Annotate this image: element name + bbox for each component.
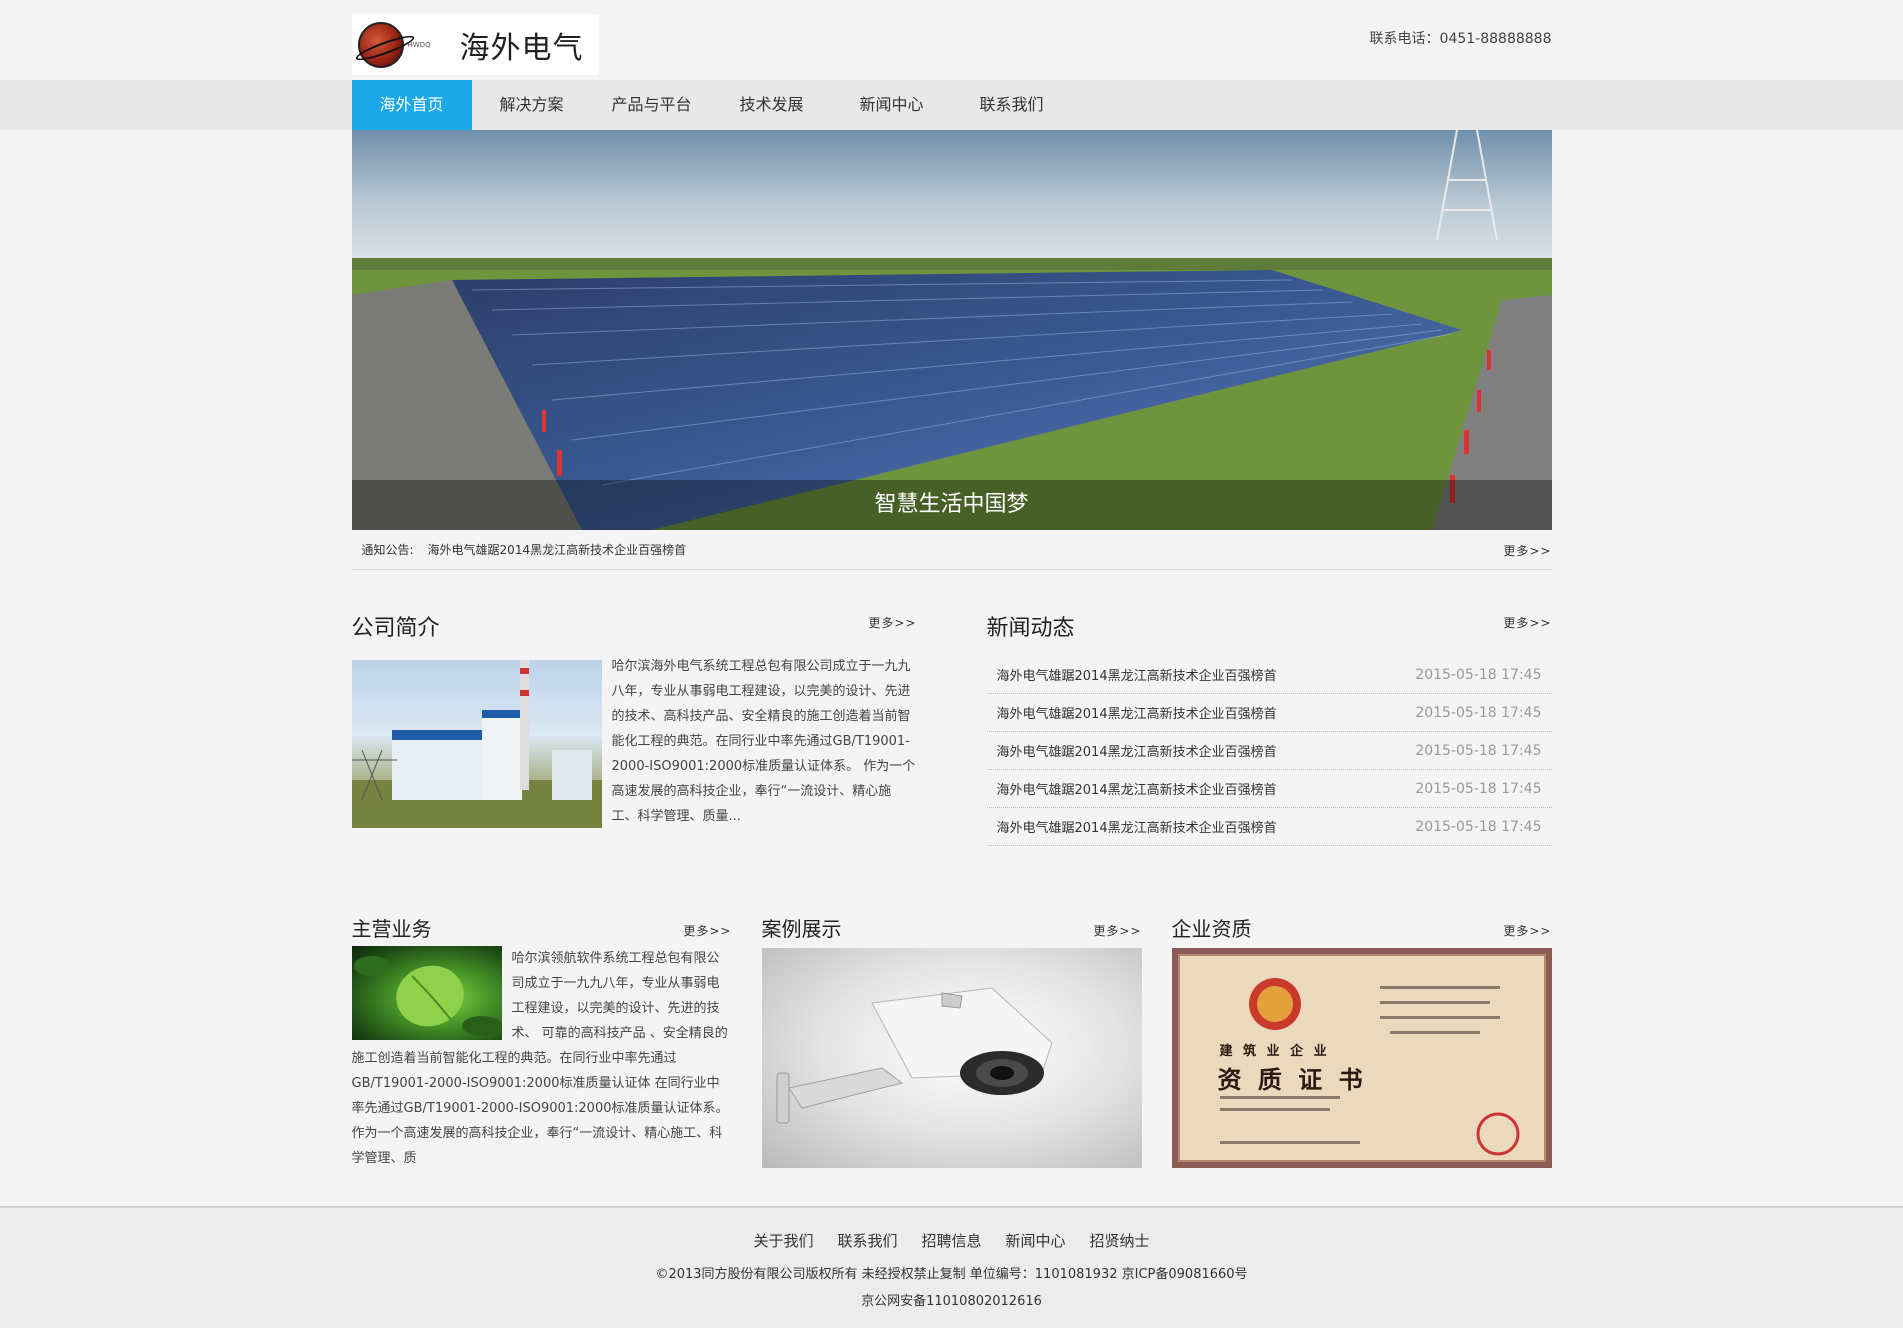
cert-heading-large: 资 质 证 书 — [1217, 1066, 1367, 1094]
news-item[interactable]: 海外电气雄踞2014黑龙江高新技术企业百强榜首 2015-05-18 17:45 — [986, 808, 1552, 846]
nav-item-news[interactable]: 新闻中心 — [832, 80, 952, 130]
about-text: 哈尔滨海外电气系统工程总包有限公司成立于一九九八年，专业从事弱电工程建设，以完美… — [611, 659, 916, 824]
cases-section: 案例展示 更多>> — [761, 916, 1142, 1171]
news-item-title: 海外电气雄踞2014黑龙江高新技术企业百强榜首 — [996, 783, 1277, 798]
about-body: 哈尔滨海外电气系统工程总包有限公司成立于一九九八年，专业从事弱电工程建设，以完美… — [351, 659, 917, 829]
news-item-title: 海外电气雄踞2014黑龙江高新技术企业百强榜首 — [996, 745, 1277, 760]
globe-logo-icon — [357, 21, 404, 68]
news-item[interactable]: 海外电气雄踞2014黑龙江高新技术企业百强榜首 2015-05-18 17:45 — [986, 656, 1552, 694]
footer-link-talent[interactable]: 招贤纳士 — [1090, 1230, 1150, 1251]
news-item[interactable]: 海外电气雄踞2014黑龙江高新技术企业百强榜首 2015-05-18 17:45 — [986, 732, 1552, 770]
news-item-date: 2015-05-18 17:45 — [1415, 704, 1542, 721]
news-item-date: 2015-05-18 17:45 — [1415, 780, 1542, 797]
notice-bar: 通知公告: 海外电气雄踞2014黑龙江高新技术企业百强榜首 更多>> — [351, 530, 1552, 570]
nav-item-technology[interactable]: 技术发展 — [712, 80, 832, 130]
footer-copyright: ©2013同方股份有限公司版权所有 未经授权禁止复制 单位编号：11010819… — [655, 1267, 1248, 1282]
cert-heading-small: 建 筑 业 企 业 — [1219, 1044, 1330, 1059]
about-title: 公司简介 — [351, 616, 440, 641]
news-more-link[interactable]: 更多>> — [1503, 614, 1551, 631]
main-navbar: 海外首页 解决方案 产品与平台 技术发展 新闻中心 联系我们 — [0, 80, 1903, 130]
certificate-image[interactable]: 建 筑 业 企 业 资 质 证 书 — [1171, 948, 1552, 1168]
news-item[interactable]: 海外电气雄踞2014黑龙江高新技术企业百强榜首 2015-05-18 17:45 — [986, 694, 1552, 732]
solar-field-image — [351, 130, 1552, 530]
nav-item-solutions[interactable]: 解决方案 — [472, 80, 592, 130]
notice-more-link[interactable]: 更多>> — [1503, 542, 1551, 559]
contact-phone: 联系电话：0451-88888888 — [1369, 31, 1552, 47]
about-more-link[interactable]: 更多>> — [868, 614, 916, 631]
qualification-header: 企业资质 更多>> — [1172, 916, 1552, 946]
qualification-title: 企业资质 — [1171, 917, 1252, 941]
news-item-date: 2015-05-18 17:45 — [1415, 818, 1542, 835]
about-header: 公司简介 更多>> — [352, 614, 917, 646]
footer-link-news[interactable]: 新闻中心 — [1006, 1230, 1066, 1251]
news-title: 新闻动态 — [986, 616, 1075, 641]
footer-link-about[interactable]: 关于我们 — [753, 1230, 813, 1251]
business-header: 主营业务 更多>> — [352, 916, 732, 946]
business-title: 主营业务 — [351, 917, 432, 941]
logo-subtext: HWDQ — [407, 40, 431, 49]
footer-link-jobs[interactable]: 招聘信息 — [921, 1230, 981, 1251]
news-item-title: 海外电气雄踞2014黑龙江高新技术企业百强榜首 — [996, 821, 1277, 836]
news-list: 海外电气雄踞2014黑龙江高新技术企业百强榜首 2015-05-18 17:45… — [986, 656, 1552, 846]
news-item-date: 2015-05-18 17:45 — [1415, 666, 1542, 683]
business-more-link[interactable]: 更多>> — [683, 922, 731, 939]
about-section: 公司简介 更多>> 哈尔滨海外电气系统工程总包有限公司成立于一九九八年，专业从事… — [351, 614, 917, 846]
qualification-more-link[interactable]: 更多>> — [1503, 922, 1551, 939]
news-item-date: 2015-05-18 17:45 — [1415, 742, 1542, 759]
business-body: 哈尔滨领航软件系统工程总包有限公司成立于一九九八年，专业从事弱电工程建设，以完美… — [351, 946, 732, 1171]
news-item-title: 海外电气雄踞2014黑龙江高新技术企业百强榜首 — [996, 669, 1277, 684]
leaf-image[interactable] — [351, 946, 502, 1040]
news-section: 新闻动态 更多>> 海外电气雄踞2014黑龙江高新技术企业百强榜首 2015-0… — [986, 614, 1552, 846]
power-plant-image[interactable] — [351, 660, 602, 828]
banner-caption: 智慧生活中国梦 — [351, 480, 1552, 530]
site-logo[interactable]: HWDQ 海外电气 — [351, 14, 599, 75]
business-cases-cert-row: 主营业务 更多>> 哈尔滨领航软件系统工程总包有限公司成立于一九九八年，专业从事… — [351, 916, 1552, 1171]
business-section: 主营业务 更多>> 哈尔滨领航软件系统工程总包有限公司成立于一九九八年，专业从事… — [351, 916, 732, 1171]
security-camera-image[interactable] — [761, 948, 1142, 1168]
nav-item-home[interactable]: 海外首页 — [351, 80, 472, 130]
site-header: HWDQ 海外电气 联系电话：0451-88888888 — [351, 0, 1552, 80]
nav-item-products[interactable]: 产品与平台 — [592, 80, 712, 130]
main-nav: 海外首页 解决方案 产品与平台 技术发展 新闻中心 联系我们 — [351, 80, 1552, 130]
notice-link[interactable]: 海外电气雄踞2014黑龙江高新技术企业百强榜首 — [428, 541, 687, 558]
footer-link-contact[interactable]: 联系我们 — [837, 1230, 897, 1251]
site-footer: 关于我们 联系我们 招聘信息 新闻中心 招贤纳士 ©2013同方股份有限公司版权… — [0, 1206, 1903, 1328]
cases-title: 案例展示 — [761, 917, 842, 941]
footer-icp: 京公网安备11010802012616 — [861, 1294, 1042, 1309]
notice-label: 通知公告: — [361, 543, 414, 557]
footer-links: 关于我们 联系我们 招聘信息 新闻中心 招贤纳士 — [0, 1230, 1903, 1251]
news-item[interactable]: 海外电气雄踞2014黑龙江高新技术企业百强榜首 2015-05-18 17:45 — [986, 770, 1552, 808]
hero-banner[interactable]: 智慧生活中国梦 — [351, 130, 1552, 530]
news-header: 新闻动态 更多>> — [987, 614, 1552, 646]
qualification-section: 企业资质 更多>> 建 筑 业 企 业 资 质 证 书 — [1171, 916, 1552, 1171]
news-item-title: 海外电气雄踞2014黑龙江高新技术企业百强榜首 — [996, 707, 1277, 722]
cases-header: 案例展示 更多>> — [762, 916, 1142, 946]
about-news-row: 公司简介 更多>> 哈尔滨海外电气系统工程总包有限公司成立于一九九八年，专业从事… — [351, 614, 1552, 846]
logo-text: 海外电气 — [459, 30, 584, 66]
nav-item-contact[interactable]: 联系我们 — [952, 80, 1072, 130]
cases-more-link[interactable]: 更多>> — [1093, 922, 1141, 939]
